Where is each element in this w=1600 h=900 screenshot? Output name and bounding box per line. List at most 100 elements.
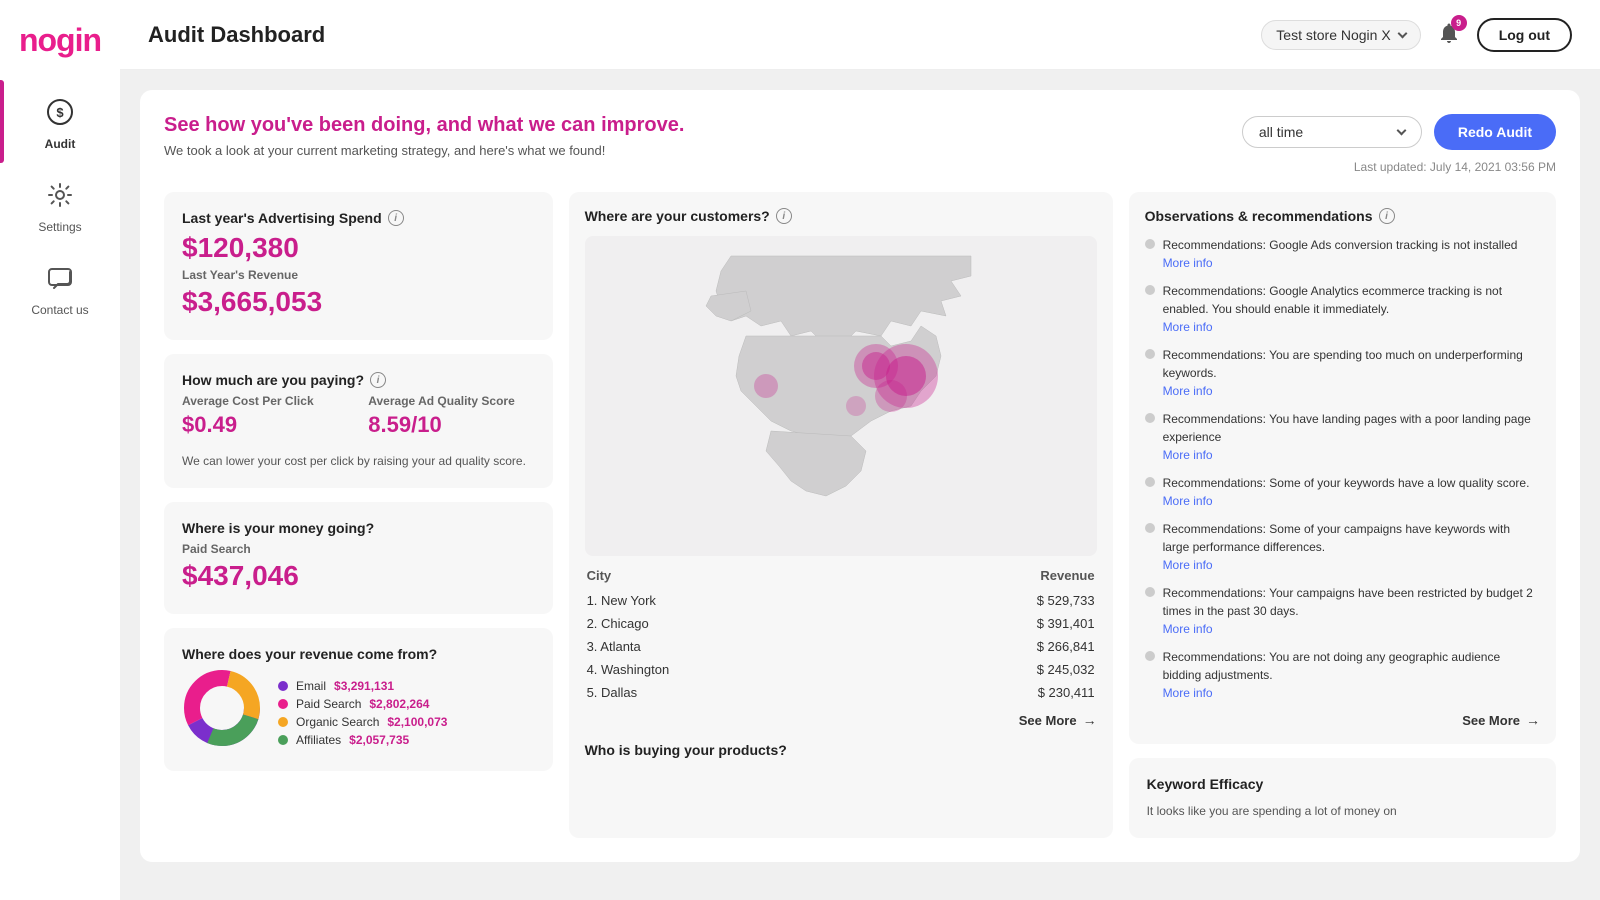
cost-info-icon: i <box>370 372 386 388</box>
obs-item-2: Recommendations: Google Analytics ecomme… <box>1145 282 1540 334</box>
left-column: Last year's Advertising Spend i $120,380… <box>164 192 553 838</box>
sidebar-item-settings-label: Settings <box>38 220 81 234</box>
obs-dot-3 <box>1145 349 1155 359</box>
map-bubble-midwest-inner <box>862 352 890 380</box>
store-selector[interactable]: Test store Nogin X <box>1261 20 1420 50</box>
logo: nogin <box>19 10 101 80</box>
obs-item-6: Recommendations: Some of your campaigns … <box>1145 520 1540 572</box>
obs-link-6[interactable]: More info <box>1163 558 1540 572</box>
keyword-efficacy-title: Keyword Efficacy <box>1147 776 1538 792</box>
sidebar-item-audit-label: Audit <box>45 137 76 151</box>
city-table: City Revenue 1. New York $ 529,733 2. Ch… <box>585 568 1097 728</box>
header-right: Test store Nogin X 9 Log out <box>1261 17 1572 52</box>
obs-arrow-icon: → <box>1526 712 1540 728</box>
legend-item-paid: Paid Search $2,802,264 <box>278 697 447 711</box>
observations-title: Observations & recommendations i <box>1145 208 1540 224</box>
store-selector-label: Test store Nogin X <box>1276 27 1390 43</box>
dash-subline: We took a look at your current marketing… <box>164 143 684 158</box>
obs-link-1[interactable]: More info <box>1163 256 1518 270</box>
dash-headline: See how you've been doing, and what we c… <box>164 114 684 137</box>
city-row-1: 1. New York $ 529,733 <box>585 589 1097 612</box>
page-title: Audit Dashboard <box>148 22 325 48</box>
dash-columns: Last year's Advertising Spend i $120,380… <box>164 192 1556 838</box>
brand-name: nogin <box>19 24 101 56</box>
map-see-more[interactable]: See More → <box>585 712 1097 728</box>
dashboard: See how you've been doing, and what we c… <box>120 70 1600 900</box>
gear-icon <box>46 181 74 214</box>
city-row-4: 4. Washington $ 245,032 <box>585 658 1097 681</box>
chevron-down-icon <box>1397 28 1407 38</box>
city-table-header: City Revenue <box>585 568 1097 583</box>
header: Audit Dashboard Test store Nogin X 9 Log… <box>120 0 1600 70</box>
redo-audit-button[interactable]: Redo Audit <box>1434 114 1556 150</box>
keyword-efficacy-panel: Keyword Efficacy It looks like you are s… <box>1129 758 1556 838</box>
legend-dot-organic <box>278 717 288 727</box>
logout-button[interactable]: Log out <box>1477 18 1572 52</box>
sidebar-item-settings[interactable]: Settings <box>0 163 120 246</box>
obs-link-8[interactable]: More info <box>1163 686 1540 700</box>
aqs-value: 8.59/10 <box>368 412 534 438</box>
cpc-label: Average Cost Per Click <box>182 394 348 408</box>
notification-button[interactable]: 9 <box>1433 17 1465 52</box>
right-column: Observations & recommendations i Recomme… <box>1129 192 1556 838</box>
revenue-sources-title: Where does your revenue come from? <box>182 646 535 662</box>
revenue-sources-panel: Where does your revenue come from? <box>164 628 553 771</box>
last-updated-text: Last updated: July 14, 2021 03:56 PM <box>1354 160 1556 174</box>
sidebar-item-contact-label: Contact us <box>31 303 88 317</box>
legend-dot-email <box>278 681 288 691</box>
time-filter-chevron-icon <box>1396 126 1406 136</box>
time-filter-value: all time <box>1259 124 1303 140</box>
cost-note: We can lower your cost per click by rais… <box>182 452 535 470</box>
revenue-value: $3,665,053 <box>182 286 535 318</box>
donut-chart <box>182 668 262 753</box>
sidebar: nogin $ Audit Settings <box>0 0 120 900</box>
sidebar-item-audit[interactable]: $ Audit <box>0 80 120 163</box>
obs-see-more[interactable]: See More → <box>1145 712 1540 728</box>
obs-link-3[interactable]: More info <box>1163 384 1540 398</box>
headline-end: . <box>679 114 685 136</box>
obs-dot-7 <box>1145 587 1155 597</box>
map-bubble-west <box>754 374 778 398</box>
money-going-category: Paid Search <box>182 542 535 556</box>
obs-link-4[interactable]: More info <box>1163 448 1540 462</box>
who-buying-section: Who is buying your products? <box>585 742 1097 758</box>
main-area: Audit Dashboard Test store Nogin X 9 Log… <box>120 0 1600 900</box>
obs-link-2[interactable]: More info <box>1163 320 1540 334</box>
obs-item-4: Recommendations: You have landing pages … <box>1145 410 1540 462</box>
keyword-efficacy-text: It looks like you are spending a lot of … <box>1147 802 1538 820</box>
svg-text:$: $ <box>56 105 64 120</box>
legend-dot-paid <box>278 699 288 709</box>
headline-static: See how you've been doing, and what <box>164 114 529 136</box>
money-going-panel: Where is your money going? Paid Search $… <box>164 502 553 614</box>
cost-row: Average Cost Per Click $0.49 Average Ad … <box>182 394 535 442</box>
obs-dot-6 <box>1145 523 1155 533</box>
notification-badge: 9 <box>1451 15 1467 31</box>
map-bubble-southeast <box>875 380 907 412</box>
advertising-value: $120,380 <box>182 232 535 264</box>
city-row-5: 5. Dallas $ 230,411 <box>585 681 1097 704</box>
cost-panel: How much are you paying? i Average Cost … <box>164 354 553 488</box>
cpc-col: Average Cost Per Click $0.49 <box>182 394 348 442</box>
map-title: Where are your customers? i <box>585 208 1097 224</box>
sidebar-nav: $ Audit Settings Contact us <box>0 80 120 329</box>
city-row-2: 2. Chicago $ 391,401 <box>585 612 1097 635</box>
city-row-3: 3. Atlanta $ 266,841 <box>585 635 1097 658</box>
city-col-header: City <box>587 568 612 583</box>
time-filter-dropdown[interactable]: all time <box>1242 116 1422 148</box>
arrow-right-icon: → <box>1083 712 1097 728</box>
revenue-label: Last Year's Revenue <box>182 268 535 282</box>
advertising-title: Last year's Advertising Spend i <box>182 210 535 226</box>
obs-link-5[interactable]: More info <box>1163 494 1530 508</box>
obs-item-3: Recommendations: You are spending too mu… <box>1145 346 1540 398</box>
revenue-donut-row: Email $3,291,131 Paid Search $2,802,264 <box>182 668 535 753</box>
revenue-col-header: Revenue <box>1040 568 1094 583</box>
dash-headline-block: See how you've been doing, and what we c… <box>164 114 684 158</box>
sidebar-item-contact[interactable]: Contact us <box>0 246 120 329</box>
observations-section: Observations & recommendations i Recomme… <box>1129 192 1556 744</box>
map-svg <box>585 236 1097 556</box>
map-container <box>585 236 1097 556</box>
map-bubble-south <box>846 396 866 416</box>
revenue-legend: Email $3,291,131 Paid Search $2,802,264 <box>278 679 447 751</box>
obs-item-7: Recommendations: Your campaigns have bee… <box>1145 584 1540 636</box>
obs-link-7[interactable]: More info <box>1163 622 1540 636</box>
